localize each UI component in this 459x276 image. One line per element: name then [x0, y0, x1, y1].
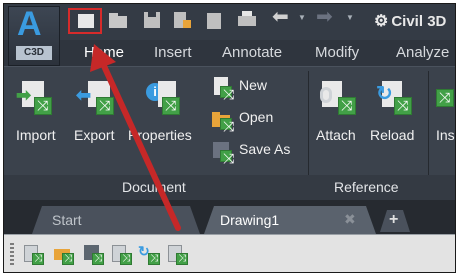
save-as-icon[interactable] — [171, 10, 193, 30]
gear-icon: ⚙ — [374, 13, 389, 30]
drawing-tab-label: Drawing1 — [220, 212, 280, 228]
export-icon[interactable]: ⬅ — [76, 79, 116, 117]
tab-annotate[interactable]: Annotate — [222, 44, 282, 61]
new-drawing-icon[interactable] — [68, 8, 102, 34]
open-icon[interactable] — [107, 10, 129, 30]
attach-button[interactable]: Attach — [316, 127, 356, 143]
attach-icon[interactable] — [320, 79, 358, 117]
tab-insert[interactable]: Insert — [154, 44, 192, 61]
toolbar-grip[interactable] — [10, 243, 14, 267]
save-as-icon — [211, 140, 234, 167]
toolbar-export-icon[interactable] — [110, 243, 134, 267]
app-window: ⬅ ▼ ➡ ▼ ⚙ Civil 3D A C3D Home Insert Anno… — [3, 3, 456, 273]
new-tab-button[interactable]: + — [380, 210, 410, 232]
reload-button[interactable]: Reload — [370, 127, 414, 143]
open-label: Open — [239, 109, 274, 125]
toolbar-reload-icon[interactable]: ↻ — [138, 243, 162, 267]
open-folder-icon — [211, 108, 234, 135]
properties-icon[interactable]: i — [144, 79, 182, 117]
plus-icon: + — [389, 211, 399, 228]
import-button[interactable]: Import — [16, 127, 56, 143]
import-icon[interactable]: ➡ — [16, 79, 54, 117]
ribbon-tab-bar: Home Insert Annotate Modify Analyze — [4, 40, 455, 66]
save-icon[interactable] — [141, 10, 163, 30]
export-button[interactable]: Export — [74, 127, 114, 143]
toolbar-import-icon[interactable] — [22, 243, 46, 267]
application-menu-button[interactable]: A C3D — [8, 5, 60, 66]
redo-icon[interactable]: ➡ — [316, 7, 333, 27]
reference-group-label: Reference — [334, 179, 399, 195]
app-logo-badge: C3D — [16, 46, 52, 60]
toolbar-open-icon[interactable] — [52, 243, 76, 267]
tab-start[interactable]: Start — [32, 206, 200, 234]
tab-drawing1[interactable]: Drawing1 ✖ — [204, 206, 376, 234]
ribbon-panel: ➡ Import ⬅ Export i Properties New — [4, 66, 455, 201]
redo-dropdown-icon[interactable]: ▼ — [346, 13, 354, 22]
toolbar-save-icon[interactable] — [82, 243, 106, 267]
workspace-label: Civil 3D — [391, 13, 447, 30]
file-toolbar: ↻ — [4, 234, 455, 272]
tab-modify[interactable]: Modify — [315, 44, 359, 61]
quick-access-toolbar: ⬅ ▼ ➡ ▼ ⚙ Civil 3D — [4, 4, 455, 40]
document-group-label: Document — [122, 179, 186, 195]
insert-button-partial[interactable]: Ins — [436, 127, 455, 143]
undo-dropdown-icon[interactable]: ▼ — [298, 13, 306, 22]
app-logo-letter: A — [17, 5, 42, 43]
close-icon[interactable]: ✖ — [344, 211, 356, 228]
new-label: New — [239, 77, 268, 93]
open-from-web-icon[interactable] — [204, 10, 226, 30]
toolbar-attach-icon[interactable] — [166, 243, 190, 267]
tab-analyze[interactable]: Analyze — [396, 44, 449, 61]
insert-icon[interactable] — [434, 79, 454, 117]
new-icon — [211, 76, 234, 103]
start-tab-label: Start — [52, 212, 82, 228]
properties-button[interactable]: Properties — [128, 127, 192, 143]
document-tab-bar: Start Drawing1 ✖ + — [4, 200, 455, 234]
tab-home[interactable]: Home — [84, 44, 124, 61]
undo-icon[interactable]: ⬅ — [272, 7, 289, 27]
workspace-switcher[interactable]: ⚙ Civil 3D — [374, 11, 446, 31]
save-as-label: Save As — [239, 141, 291, 157]
print-icon[interactable] — [236, 10, 258, 30]
reload-icon[interactable]: ↻ — [376, 79, 414, 117]
